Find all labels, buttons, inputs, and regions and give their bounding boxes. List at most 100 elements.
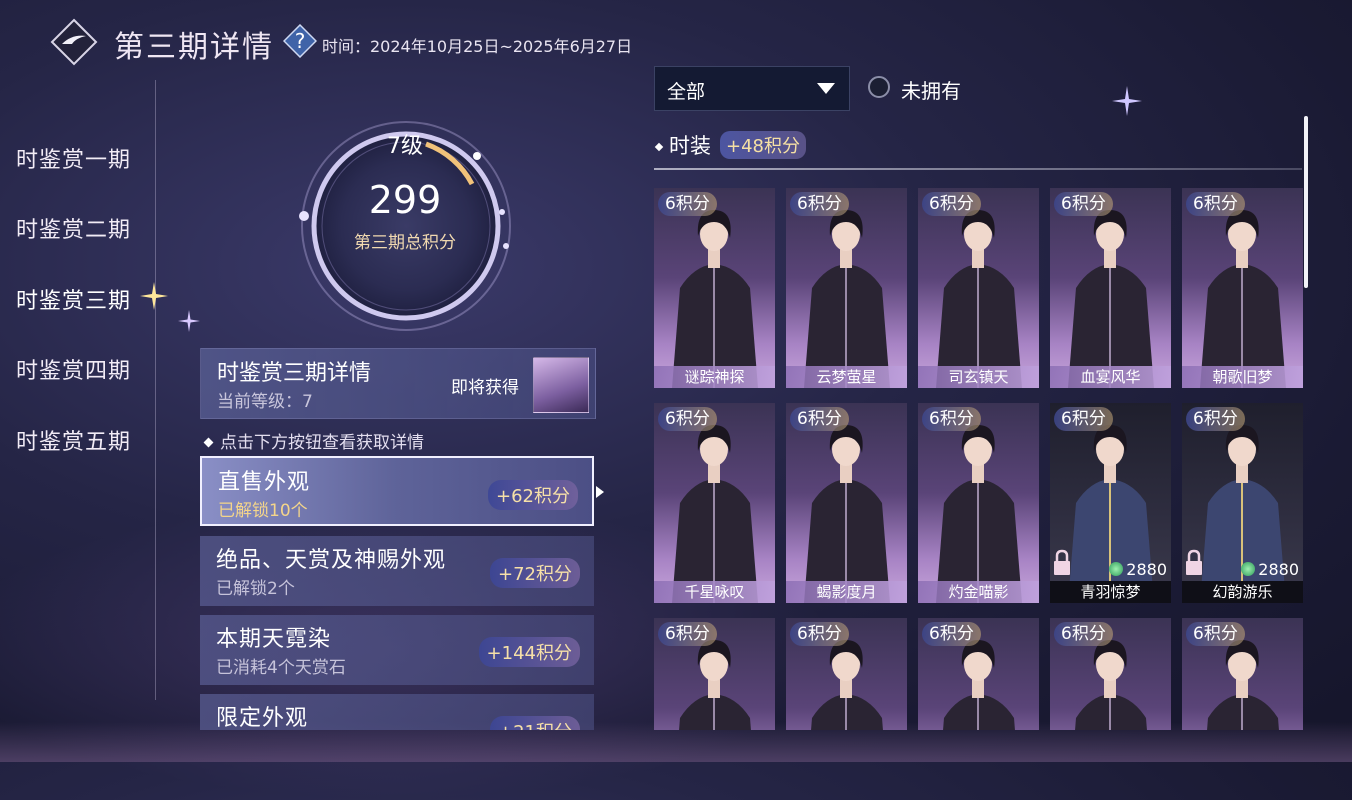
points-badge: 6积分 — [1054, 407, 1113, 431]
section-title: 时装 — [654, 130, 711, 160]
points-badge: 6积分 — [790, 622, 849, 646]
unowned-radio[interactable] — [868, 76, 890, 98]
sparkle-icon — [140, 282, 168, 310]
nav-item-period-5[interactable]: 时鉴赏五期 — [16, 424, 131, 456]
back-button[interactable] — [50, 18, 98, 66]
category-direct-sale[interactable]: 直售外观 已解锁10个 +62积分 — [200, 456, 594, 526]
outfit-name: 蝎影度月 — [786, 581, 907, 603]
page-title: 第三期详情 — [114, 30, 274, 65]
outfit-name: 司玄镇天 — [918, 366, 1039, 388]
character-figure — [672, 425, 758, 603]
outfit-card[interactable]: 6积分 — [654, 618, 775, 730]
nav-item-period-3[interactable]: 时鉴赏三期 — [16, 283, 131, 315]
lock-icon — [1054, 549, 1070, 575]
jade-currency-icon — [1241, 562, 1256, 576]
outfit-name: 朝歌旧梦 — [1182, 366, 1303, 388]
points-badge: +21积分 — [490, 716, 580, 730]
total-score: 299 — [368, 178, 442, 222]
outfit-card[interactable]: 6积分血宴风华 — [1050, 188, 1171, 388]
points-badge: 6积分 — [1054, 192, 1113, 216]
outfit-card[interactable]: 6积分 — [1050, 618, 1171, 730]
period-detail-card[interactable]: 时鉴赏三期详情 当前等级：7 即将获得 — [200, 348, 596, 419]
category-title: 限定外观 — [216, 706, 309, 730]
price-tag: 2880 — [1109, 560, 1167, 579]
sparkle-icon — [1112, 86, 1142, 116]
nav-divider — [155, 80, 156, 700]
character-figure — [1200, 210, 1286, 388]
section-points: +48积分 — [720, 131, 806, 159]
outfit-name: 灼金喵影 — [918, 581, 1039, 603]
filter-dropdown[interactable]: 全部 — [654, 66, 850, 111]
points-badge: +62积分 — [488, 480, 578, 510]
outfit-card[interactable]: 6积分朝歌旧梦 — [1182, 188, 1303, 388]
category-sub: 已解锁2个 — [216, 579, 295, 599]
character-figure — [936, 210, 1022, 388]
category-premium[interactable]: 绝品、天赏及神赐外观 已解锁2个 +72积分 — [200, 536, 594, 606]
outfit-name: 青羽惊梦 — [1050, 581, 1171, 603]
points-badge: 6积分 — [790, 192, 849, 216]
outfit-card[interactable]: 6积分 — [786, 618, 907, 730]
hint-text: 点击下方按钮查看获取详情 — [203, 428, 424, 453]
outfit-name: 血宴风华 — [1050, 366, 1171, 388]
outfit-card[interactable]: 6积分司玄镇天 — [918, 188, 1039, 388]
help-icon[interactable]: ? — [283, 24, 317, 58]
character-figure — [804, 425, 890, 603]
lock-icon — [1186, 549, 1202, 575]
price-value: 2880 — [1258, 560, 1299, 579]
detail-title: 时鉴赏三期详情 — [217, 361, 372, 386]
points-badge: 6积分 — [922, 622, 981, 646]
outfit-card[interactable]: 6积分灼金喵影 — [918, 403, 1039, 603]
diamond-bullet-icon — [203, 437, 214, 448]
outfit-name: 千星咏叹 — [654, 581, 775, 603]
character-figure — [1068, 210, 1154, 388]
outfit-card[interactable]: 6积分 — [918, 618, 1039, 730]
character-figure — [804, 210, 890, 388]
nav-item-period-1[interactable]: 时鉴赏一期 — [16, 142, 131, 174]
points-badge: 6积分 — [658, 192, 717, 216]
section-divider — [654, 168, 1302, 170]
outfit-card[interactable]: 6积分 云梦萤星 — [786, 188, 907, 388]
hint-label: 点击下方按钮查看获取详情 — [220, 433, 424, 453]
points-badge: 6积分 — [1186, 192, 1245, 216]
nav-item-period-2[interactable]: 时鉴赏二期 — [16, 212, 131, 244]
jade-currency-icon — [1109, 562, 1124, 576]
category-title: 本期天霓染 — [216, 627, 332, 652]
outfit-card[interactable]: 6积分 2880 幻韵游乐 — [1182, 403, 1303, 603]
category-title: 直售外观 — [218, 470, 311, 495]
sparkle-icon — [178, 310, 200, 332]
points-badge: 6积分 — [1054, 622, 1113, 646]
outfit-name: 幻韵游乐 — [1182, 581, 1303, 603]
points-badge: 6积分 — [922, 407, 981, 431]
chevron-down-icon — [817, 83, 835, 94]
outfit-card[interactable]: 6积分 2880 青羽惊梦 — [1050, 403, 1171, 603]
diamond-bullet-icon — [654, 142, 664, 152]
points-badge: 6积分 — [922, 192, 981, 216]
category-sub: 已消耗4个天赏石 — [216, 658, 346, 678]
total-score-label: 第三期总积分 — [354, 233, 456, 253]
points-badge: 6积分 — [658, 622, 717, 646]
unowned-label[interactable]: 未拥有 — [901, 75, 961, 104]
active-arrow-icon — [596, 486, 604, 498]
nav-item-period-4[interactable]: 时鉴赏四期 — [16, 353, 131, 385]
outfit-card[interactable]: 6积分 千星咏叹 — [654, 403, 775, 603]
category-sub: 已解锁10个 — [218, 501, 308, 521]
price-tag: 2880 — [1241, 560, 1299, 579]
character-figure — [672, 210, 758, 388]
outfit-name: 谜踪神探 — [654, 366, 775, 388]
level-label: 7级 — [387, 134, 423, 159]
category-clip: 限定外观 +21积分 — [200, 694, 594, 730]
outfit-card[interactable]: 6积分谜踪神探 — [654, 188, 775, 388]
outfit-card[interactable]: 6积分蝎影度月 — [786, 403, 907, 603]
outfit-card[interactable]: 6积分 — [1182, 618, 1303, 730]
points-badge: +72积分 — [490, 558, 580, 588]
reward-thumbnail[interactable] — [533, 357, 589, 413]
category-title: 绝品、天赏及神赐外观 — [216, 548, 447, 573]
category-limited[interactable]: 限定外观 +21积分 — [200, 694, 594, 730]
character-figure — [936, 425, 1022, 603]
soon-label: 即将获得 — [451, 378, 519, 398]
time-range: 时间：2024年10月25日~2025年6月27日 — [322, 37, 633, 56]
outfit-grid: 6积分 谜踪神探 6积分 云梦萤星 6积分 司玄镇天 6积分 血宴风华 6积分 朝歌旧梦 6积分 千星… — [654, 188, 1308, 730]
svg-text:?: ? — [295, 29, 306, 53]
points-badge: 6积分 — [790, 407, 849, 431]
category-dye[interactable]: 本期天霓染 已消耗4个天赏石 +144积分 — [200, 615, 594, 685]
